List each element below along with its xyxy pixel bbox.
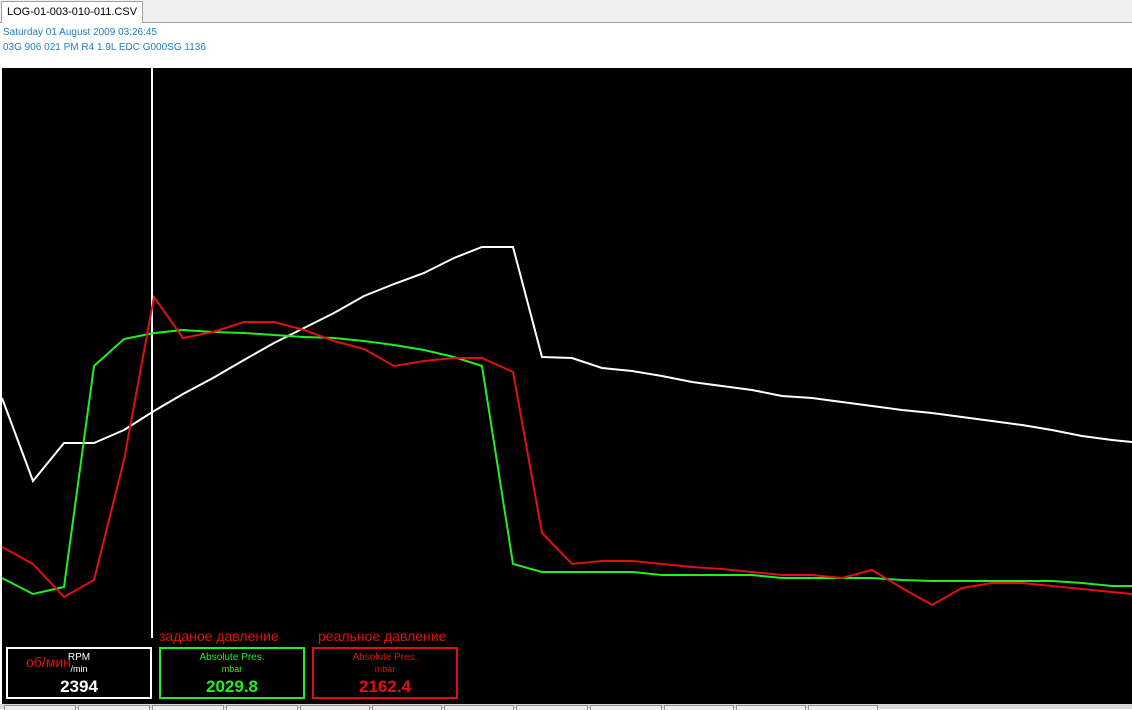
channel-button[interactable] xyxy=(372,705,442,710)
channel-button[interactable] xyxy=(4,705,76,710)
specified-pressure-trace xyxy=(2,328,1132,596)
channel-button[interactable] xyxy=(664,705,734,710)
channel-button[interactable] xyxy=(78,705,150,710)
actual-pressure-trace xyxy=(2,294,1132,607)
channel-button[interactable] xyxy=(808,705,878,710)
tab-log-file[interactable]: LOG-01-003-010-011.CSV xyxy=(1,1,144,23)
channel-button[interactable] xyxy=(736,705,806,710)
ecu-info: 03G 906 021 PM R4 1.9L EDC G000SG 1136 xyxy=(3,42,206,53)
channel-button[interactable] xyxy=(300,705,370,710)
actual-pressure-gauge[interactable]: Absolute Pres. mbar 2162.4 xyxy=(312,647,458,699)
rpm-trace xyxy=(2,246,1132,483)
actual-pressure-value: 2162.4 xyxy=(359,677,411,696)
graph-canvas xyxy=(2,68,1132,638)
rpm-gauge[interactable]: об/мин RPM /min 2394 xyxy=(6,647,152,699)
specified-pressure-label: Absolute Pres. xyxy=(199,652,265,663)
channel-button[interactable] xyxy=(444,705,514,710)
rpm-caption: об/мин xyxy=(26,654,71,670)
channel-button[interactable] xyxy=(226,705,298,710)
rpm-value: 2394 xyxy=(60,677,98,696)
channel-button[interactable] xyxy=(152,705,224,710)
specified-pressure-value: 2029.8 xyxy=(206,677,258,696)
tab-bar: LOG-01-003-010-011.CSV xyxy=(0,0,1132,23)
actual-pressure-label: Absolute Pres. xyxy=(352,652,418,663)
channel-button[interactable] xyxy=(516,705,588,710)
specified-pressure-unit: mbar xyxy=(221,664,243,674)
specified-pressure-gauge[interactable]: Absolute Pres. mbar 2029.8 xyxy=(159,647,305,699)
actual-pressure-unit: mbar xyxy=(374,664,396,674)
log-datetime: Saturday 01 August 2009 03:26:45 xyxy=(3,27,158,38)
channel-button-strip xyxy=(0,704,1132,710)
actual-pressure-caption: реальное давление xyxy=(318,628,447,644)
log-graph[interactable]: заданое давление реальное давление об/ми… xyxy=(2,68,1132,709)
channel-button[interactable] xyxy=(590,705,662,710)
specified-pressure-caption: заданое давление xyxy=(159,628,279,644)
